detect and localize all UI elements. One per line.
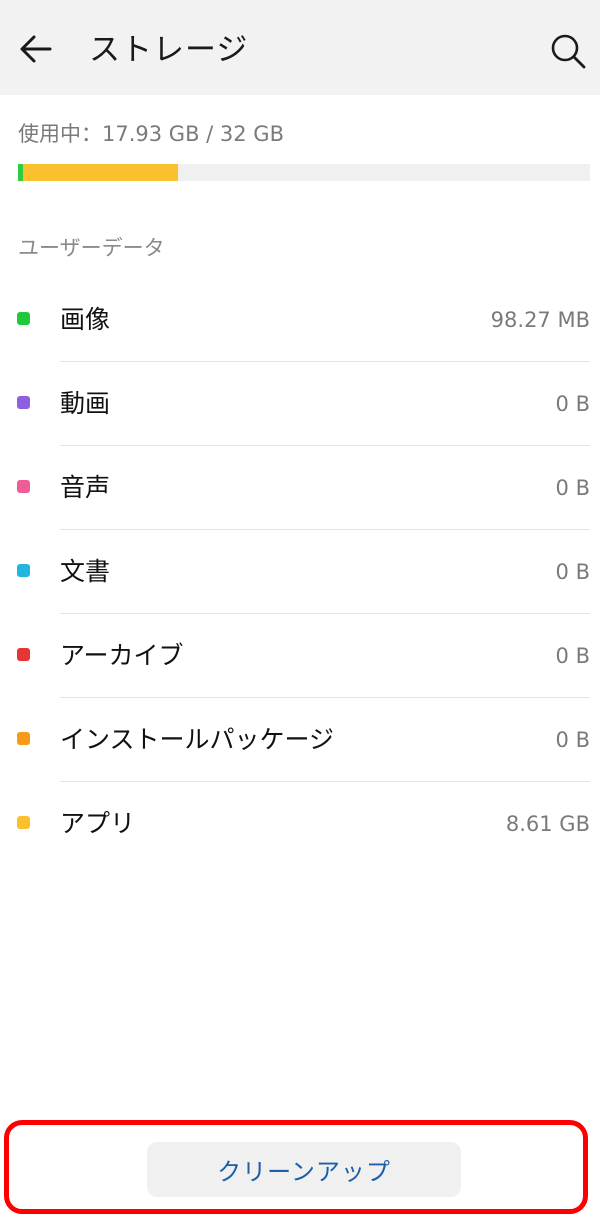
category-size: 98.27 MB bbox=[490, 308, 590, 332]
category-label: 文書 bbox=[60, 557, 111, 586]
category-label: アーカイブ bbox=[60, 641, 184, 670]
category-color-dot bbox=[17, 480, 30, 493]
page-title: ストレージ bbox=[89, 32, 249, 68]
category-color-dot bbox=[17, 732, 30, 745]
storage-usage-bar bbox=[18, 164, 590, 181]
category-size: 0 B bbox=[555, 392, 590, 416]
category-label: インストールパッケージ bbox=[60, 725, 335, 754]
search-button[interactable] bbox=[546, 29, 590, 73]
category-label: アプリ bbox=[60, 809, 136, 838]
category-label: 動画 bbox=[60, 389, 111, 418]
category-size: 0 B bbox=[555, 560, 590, 584]
category-color-dot bbox=[17, 312, 30, 325]
category-label: 音声 bbox=[60, 473, 111, 502]
category-size: 0 B bbox=[555, 728, 590, 752]
list-item-images[interactable]: 画像 98.27 MB bbox=[0, 278, 600, 362]
list-item-documents[interactable]: 文書 0 B bbox=[0, 530, 600, 614]
category-color-dot bbox=[17, 564, 30, 577]
storage-category-list: 画像 98.27 MB 動画 0 B 音声 0 B 文書 0 B アーカイブ 0… bbox=[0, 278, 600, 866]
category-color-dot bbox=[17, 648, 30, 661]
category-label: 画像 bbox=[60, 305, 111, 334]
list-item-audio[interactable]: 音声 0 B bbox=[0, 446, 600, 530]
category-size: 8.61 GB bbox=[505, 812, 590, 836]
app-bar: ストレージ bbox=[0, 0, 600, 95]
category-size: 0 B bbox=[555, 476, 590, 500]
search-icon bbox=[551, 34, 586, 69]
category-size: 0 B bbox=[555, 644, 590, 668]
cleanup-button[interactable]: クリーンアップ bbox=[147, 1142, 461, 1197]
storage-usage-text: 使用中：17.93 GB / 32 GB bbox=[18, 122, 284, 146]
section-header-user-data: ユーザーデータ bbox=[18, 236, 165, 260]
back-button[interactable] bbox=[14, 27, 58, 71]
list-item-install-packages[interactable]: インストールパッケージ 0 B bbox=[0, 698, 600, 782]
list-item-archives[interactable]: アーカイブ 0 B bbox=[0, 614, 600, 698]
list-item-apps[interactable]: アプリ 8.61 GB bbox=[0, 782, 600, 866]
category-color-dot bbox=[17, 816, 30, 829]
usage-segment bbox=[23, 164, 178, 181]
category-color-dot bbox=[17, 396, 30, 409]
list-item-videos[interactable]: 動画 0 B bbox=[0, 362, 600, 446]
arrow-left-icon bbox=[20, 35, 52, 63]
